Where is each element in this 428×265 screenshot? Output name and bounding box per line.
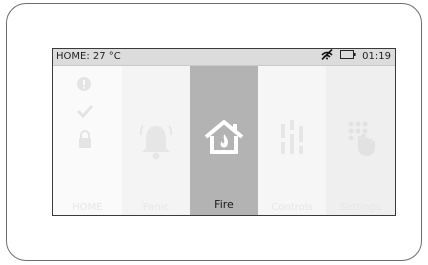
touch-screen: HOME: 27 °C 01:19 HOME Panic Fire Contro…	[52, 48, 396, 216]
status-bar: HOME: 27 °C 01:19	[53, 49, 395, 66]
tile-controls[interactable]: Controls	[257, 66, 327, 215]
tile-label: Controls	[271, 202, 313, 213]
alert-icon	[77, 76, 99, 95]
signal-off-icon	[320, 49, 334, 66]
tile-label: HOME	[72, 202, 103, 213]
check-icon	[76, 103, 99, 122]
tile-label: Settings	[340, 202, 382, 213]
tile-home[interactable]: HOME	[53, 66, 122, 215]
tile-settings[interactable]: Settings	[326, 66, 395, 215]
sliders-icon	[277, 118, 307, 162]
touch-keypad-icon	[344, 118, 378, 162]
lock-icon	[77, 130, 99, 152]
system-status-icons	[76, 76, 99, 160]
menu-tiles: HOME Panic Fire Controls Settings	[53, 66, 395, 215]
location-temperature: HOME: 27 °C	[56, 51, 121, 62]
bell-icon	[137, 118, 175, 166]
tile-label: Panic	[142, 202, 170, 213]
device-frame: HOME: 27 °C 01:19 HOME Panic Fire Contro…	[6, 3, 422, 261]
tile-fire[interactable]: Fire	[190, 66, 258, 215]
clock: 01:19	[362, 51, 391, 62]
house-fire-icon	[204, 120, 244, 158]
status-indicators: 01:19	[320, 49, 391, 65]
tile-label: Fire	[214, 198, 234, 211]
battery-icon	[340, 49, 356, 65]
tile-panic[interactable]: Panic	[121, 66, 191, 215]
